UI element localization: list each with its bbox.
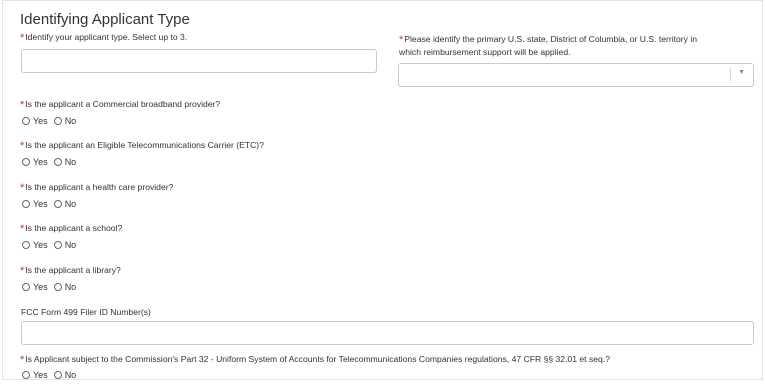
required-marker: * bbox=[20, 223, 25, 235]
radio-circle-icon[interactable] bbox=[53, 241, 62, 249]
question-etc-radios: Yes No bbox=[22, 156, 82, 168]
radio-circle-icon[interactable] bbox=[22, 371, 30, 379]
required-marker: * bbox=[399, 34, 404, 46]
select-divider bbox=[730, 68, 731, 82]
radio-no[interactable]: No bbox=[53, 240, 76, 250]
radio-no[interactable]: No bbox=[53, 282, 76, 292]
radio-circle-icon[interactable] bbox=[53, 200, 62, 208]
section-title: Identifying Applicant Type bbox=[20, 11, 190, 28]
chevron-down-icon[interactable]: ▼ bbox=[738, 69, 745, 76]
radio-circle-icon[interactable] bbox=[53, 117, 62, 125]
radio-circle-icon[interactable] bbox=[22, 158, 30, 166]
question-school-radios: Yes No bbox=[22, 239, 82, 251]
question-part32-label: *Is Applicant subject to the Commission'… bbox=[20, 354, 610, 366]
filer-id-input[interactable] bbox=[21, 321, 754, 345]
radio-yes[interactable]: Yes bbox=[22, 157, 48, 167]
required-marker: * bbox=[20, 265, 25, 277]
question-etc-label: *Is the applicant an Eligible Telecommun… bbox=[20, 140, 264, 152]
required-marker: * bbox=[20, 99, 25, 111]
question-health-care-radios: Yes No bbox=[22, 198, 82, 210]
radio-yes[interactable]: Yes bbox=[22, 370, 48, 380]
radio-circle-icon[interactable] bbox=[22, 283, 30, 291]
radio-no[interactable]: No bbox=[53, 157, 76, 167]
radio-yes[interactable]: Yes bbox=[22, 116, 48, 126]
question-part32-radios: Yes No bbox=[22, 369, 82, 381]
state-label: *Please identify the primary U.S. state,… bbox=[399, 34, 698, 57]
question-commercial-broadband-radios: Yes No bbox=[22, 115, 82, 127]
radio-circle-icon[interactable] bbox=[53, 283, 62, 291]
required-marker: * bbox=[20, 182, 25, 194]
required-marker: * bbox=[20, 32, 25, 44]
question-library-radios: Yes No bbox=[22, 281, 82, 293]
applicant-type-input[interactable] bbox=[21, 49, 377, 73]
radio-no[interactable]: No bbox=[53, 116, 76, 126]
radio-no[interactable]: No bbox=[53, 370, 76, 380]
radio-circle-icon[interactable] bbox=[53, 371, 62, 379]
state-select[interactable]: ▼ bbox=[398, 63, 754, 87]
radio-circle-icon[interactable] bbox=[22, 200, 30, 208]
question-commercial-broadband-label: *Is the applicant a Commercial broadband… bbox=[20, 99, 221, 111]
radio-yes[interactable]: Yes bbox=[22, 282, 48, 292]
radio-yes[interactable]: Yes bbox=[22, 199, 48, 209]
radio-yes[interactable]: Yes bbox=[22, 240, 48, 250]
radio-circle-icon[interactable] bbox=[22, 241, 30, 249]
radio-circle-icon[interactable] bbox=[22, 117, 30, 125]
applicant-type-label: *Identify your applicant type. Select up… bbox=[20, 32, 188, 44]
question-library-label: *Is the applicant a library? bbox=[20, 265, 121, 277]
radio-circle-icon[interactable] bbox=[53, 158, 62, 166]
required-marker: * bbox=[20, 354, 25, 366]
question-school-label: *Is the applicant a school? bbox=[20, 223, 123, 235]
radio-no[interactable]: No bbox=[53, 199, 76, 209]
filer-id-label: FCC Form 499 Filer ID Number(s) bbox=[21, 307, 151, 317]
required-marker: * bbox=[20, 140, 25, 152]
question-health-care-label: *Is the applicant a health care provider… bbox=[20, 182, 174, 194]
applicant-type-card: Identifying Applicant Type *Identify you… bbox=[2, 0, 763, 380]
